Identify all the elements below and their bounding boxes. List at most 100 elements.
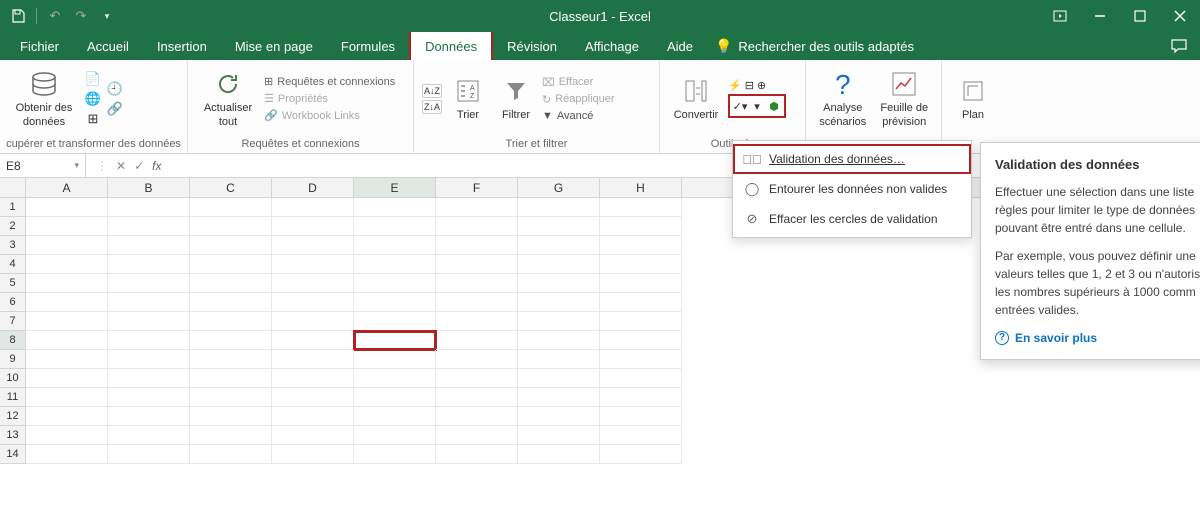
tab-aide[interactable]: Aide [653, 32, 707, 60]
row-header[interactable]: 1 [0, 198, 26, 217]
row-header[interactable]: 14 [0, 445, 26, 464]
cell[interactable] [354, 350, 436, 369]
row-header[interactable]: 12 [0, 407, 26, 426]
column-header[interactable]: E [354, 178, 436, 197]
row-header[interactable]: 11 [0, 388, 26, 407]
recent-sources-icon[interactable]: 🕘 [106, 80, 124, 98]
cell[interactable] [436, 407, 518, 426]
row-header[interactable]: 13 [0, 426, 26, 445]
cell[interactable] [26, 445, 108, 464]
tell-me[interactable]: 💡 Rechercher des outils adaptés [715, 38, 914, 55]
cell[interactable] [272, 217, 354, 236]
cell[interactable] [272, 293, 354, 312]
cell[interactable] [26, 350, 108, 369]
cell[interactable] [518, 369, 600, 388]
cell[interactable] [190, 198, 272, 217]
redo-icon[interactable]: ↷ [71, 6, 91, 26]
cell[interactable] [108, 445, 190, 464]
cell[interactable] [518, 312, 600, 331]
row-header[interactable]: 2 [0, 217, 26, 236]
ribbon-options-icon[interactable] [1040, 0, 1080, 32]
cell[interactable] [108, 198, 190, 217]
cell[interactable] [190, 293, 272, 312]
cell[interactable] [272, 369, 354, 388]
cell[interactable] [436, 236, 518, 255]
cell[interactable] [190, 369, 272, 388]
cell[interactable] [26, 369, 108, 388]
forecast-button[interactable]: Feuille de prévision [876, 68, 934, 128]
fx-icon[interactable]: fx [152, 159, 161, 173]
whatif-button[interactable]: ? Analyse scénarios [814, 68, 872, 128]
row-header[interactable]: 7 [0, 312, 26, 331]
cell[interactable] [600, 255, 682, 274]
cell[interactable] [26, 255, 108, 274]
cell[interactable] [272, 236, 354, 255]
cell[interactable] [26, 388, 108, 407]
workbook-links-button[interactable]: 🔗Workbook Links [264, 109, 395, 122]
column-header[interactable]: F [436, 178, 518, 197]
sort-button[interactable]: AZ Trier [446, 75, 490, 122]
name-box[interactable]: E8 ▾ [0, 154, 86, 178]
tab-formules[interactable]: Formules [327, 32, 409, 60]
cell[interactable] [272, 407, 354, 426]
row-header[interactable]: 9 [0, 350, 26, 369]
cell[interactable] [600, 198, 682, 217]
cell[interactable] [600, 312, 682, 331]
cell[interactable] [600, 274, 682, 293]
cell[interactable] [272, 331, 354, 350]
cell[interactable] [108, 388, 190, 407]
cell[interactable] [108, 350, 190, 369]
cell[interactable] [436, 331, 518, 350]
cell[interactable] [190, 217, 272, 236]
menu-clear-circles[interactable]: ⊘ Effacer les cercles de validation [733, 204, 971, 234]
cell[interactable] [600, 350, 682, 369]
confirm-icon[interactable]: ✓ [134, 159, 144, 173]
row-header[interactable]: 6 [0, 293, 26, 312]
cell[interactable] [26, 407, 108, 426]
properties-button[interactable]: ☰Propriétés [264, 92, 395, 105]
cell[interactable] [190, 350, 272, 369]
cell[interactable] [354, 445, 436, 464]
advanced-filter-button[interactable]: ▼Avancé [542, 110, 615, 122]
tab-accueil[interactable]: Accueil [73, 32, 143, 60]
existing-connections-icon[interactable]: 🔗 [106, 100, 124, 118]
cell[interactable] [518, 198, 600, 217]
comments-icon[interactable] [1170, 38, 1188, 54]
cell[interactable] [518, 331, 600, 350]
cell[interactable] [26, 312, 108, 331]
cell[interactable] [354, 293, 436, 312]
save-icon[interactable] [8, 6, 28, 26]
cell[interactable] [354, 369, 436, 388]
cell[interactable] [272, 198, 354, 217]
cell[interactable] [518, 407, 600, 426]
clear-filter-button[interactable]: ⌧Effacer [542, 76, 615, 89]
cell[interactable] [436, 293, 518, 312]
cell[interactable] [600, 293, 682, 312]
sort-asc-icon[interactable]: A↓Z [422, 84, 442, 98]
select-all-corner[interactable] [0, 178, 26, 197]
column-header[interactable]: A [26, 178, 108, 197]
cell[interactable] [518, 274, 600, 293]
cell[interactable] [354, 388, 436, 407]
flash-fill-icon[interactable]: ⚡ [728, 79, 742, 92]
cell[interactable] [108, 407, 190, 426]
cell[interactable] [436, 217, 518, 236]
cell[interactable] [354, 407, 436, 426]
cell[interactable] [272, 274, 354, 293]
cell[interactable] [354, 274, 436, 293]
cell[interactable] [600, 407, 682, 426]
data-model-icon[interactable]: ⬢ [766, 97, 782, 115]
tab-révision[interactable]: Révision [493, 32, 571, 60]
cell[interactable] [272, 445, 354, 464]
from-table-icon[interactable]: ⊞ [84, 110, 102, 128]
sort-desc-icon[interactable]: Z↓A [422, 100, 442, 114]
close-button[interactable] [1160, 0, 1200, 32]
tab-insertion[interactable]: Insertion [143, 32, 221, 60]
cell[interactable] [190, 426, 272, 445]
cell[interactable] [26, 331, 108, 350]
cell[interactable] [108, 293, 190, 312]
cell[interactable] [190, 407, 272, 426]
row-header[interactable]: 3 [0, 236, 26, 255]
cell[interactable] [190, 236, 272, 255]
cell[interactable] [190, 445, 272, 464]
